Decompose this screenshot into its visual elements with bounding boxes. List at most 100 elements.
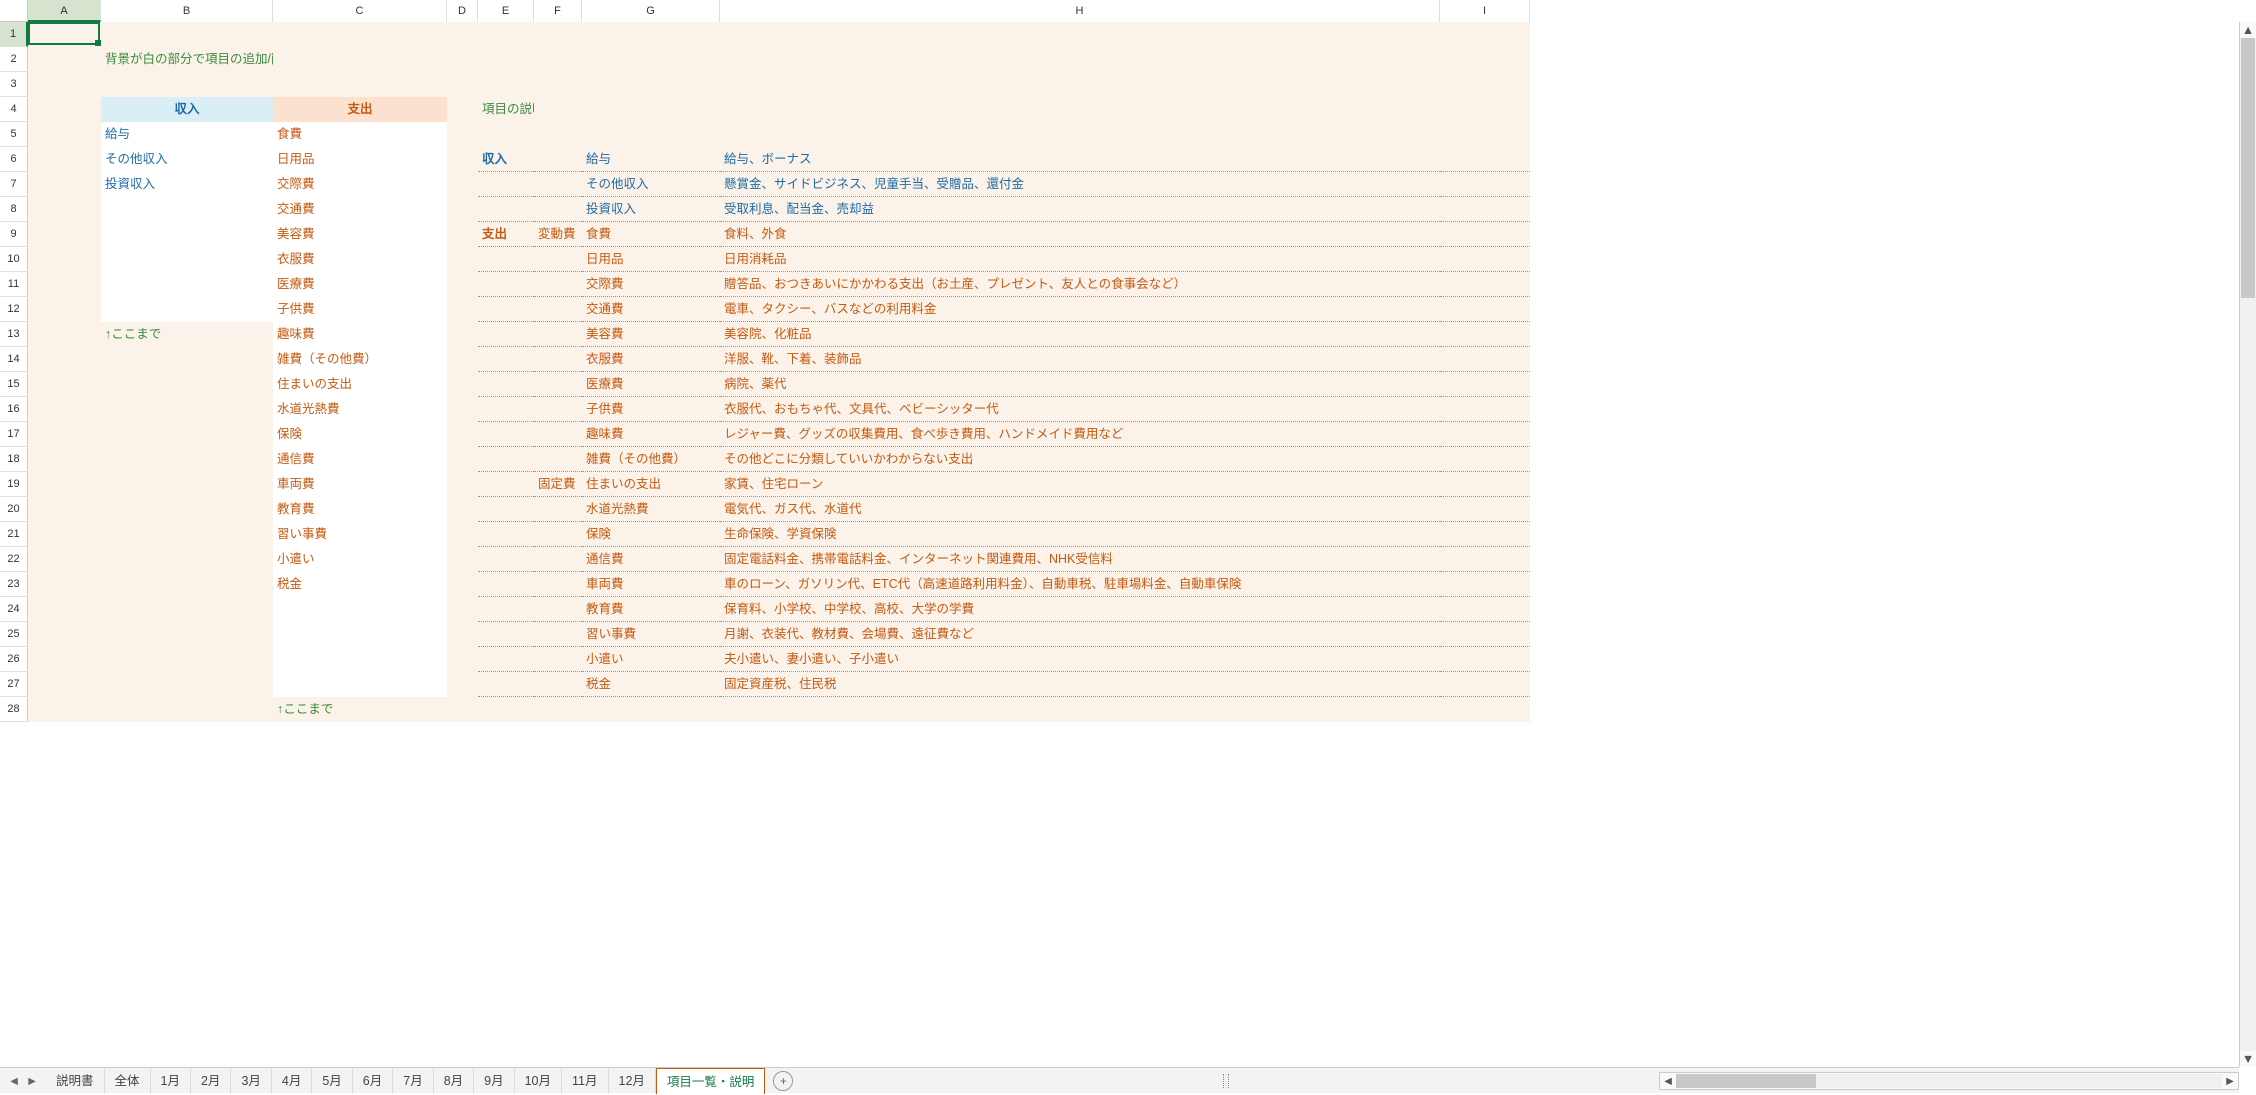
cell[interactable]: 住まいの支出 (582, 472, 720, 497)
cell[interactable] (1440, 672, 1530, 697)
cell[interactable] (28, 697, 101, 722)
cell[interactable]: その他どこに分類していいかわからない支出 (720, 447, 1440, 472)
cell[interactable]: 食料、外食 (720, 222, 1440, 247)
cell[interactable] (534, 72, 582, 97)
cell[interactable]: 衣服費 (273, 247, 447, 272)
cell[interactable] (478, 522, 534, 547)
sheet-tab[interactable]: 6月 (353, 1068, 393, 1094)
row-header-27[interactable]: 27 (0, 672, 28, 697)
cell[interactable] (28, 47, 101, 72)
cell[interactable] (28, 547, 101, 572)
cell[interactable] (447, 222, 478, 247)
cell[interactable]: 雑費（その他費） (273, 347, 447, 372)
row-header-8[interactable]: 8 (0, 197, 28, 222)
cell[interactable] (447, 472, 478, 497)
row-header-12[interactable]: 12 (0, 297, 28, 322)
horizontal-scrollbar[interactable]: ◄ ► (1659, 1072, 2239, 1090)
cell[interactable] (1440, 122, 1530, 147)
sheet-tab[interactable]: 8月 (434, 1068, 474, 1094)
cell[interactable] (720, 122, 1440, 147)
cell[interactable] (720, 697, 1440, 722)
cell[interactable] (101, 572, 273, 597)
cell[interactable] (28, 97, 101, 122)
cell[interactable]: 懸賞金、サイドビジネス、児童手当、受贈品、還付金 (720, 172, 1440, 197)
cell[interactable] (1440, 522, 1530, 547)
cell[interactable] (101, 197, 273, 222)
cell[interactable] (720, 97, 1440, 122)
cell[interactable] (1440, 372, 1530, 397)
cell[interactable]: 給与 (582, 147, 720, 172)
cell[interactable] (478, 172, 534, 197)
cell[interactable] (534, 447, 582, 472)
cell[interactable] (101, 622, 273, 647)
cell[interactable] (478, 547, 534, 572)
cell[interactable] (101, 697, 273, 722)
cell[interactable] (534, 172, 582, 197)
cell[interactable] (447, 597, 478, 622)
cell[interactable]: 受取利息、配当金、売却益 (720, 197, 1440, 222)
cell[interactable] (28, 372, 101, 397)
cell[interactable] (273, 672, 447, 697)
cell[interactable]: 電気代、ガス代、水道代 (720, 497, 1440, 522)
cell[interactable] (101, 347, 273, 372)
column-header-G[interactable]: G (582, 0, 720, 22)
cell[interactable] (447, 697, 478, 722)
cell[interactable] (101, 522, 273, 547)
row-header-5[interactable]: 5 (0, 122, 28, 147)
cell[interactable] (534, 197, 582, 222)
cell[interactable] (28, 647, 101, 672)
cell[interactable] (28, 147, 101, 172)
row-header-17[interactable]: 17 (0, 422, 28, 447)
row-header-26[interactable]: 26 (0, 647, 28, 672)
column-header-E[interactable]: E (478, 0, 534, 22)
cell[interactable]: 水道光熱費 (582, 497, 720, 522)
cell[interactable] (28, 322, 101, 347)
cell[interactable]: 水道光熱費 (273, 397, 447, 422)
cell[interactable] (101, 422, 273, 447)
horizontal-scroll-thumb[interactable] (1676, 1074, 1816, 1088)
sheet-tab[interactable]: 説明書 (46, 1068, 105, 1094)
vertical-scrollbar[interactable]: ▲ ▼ (2239, 22, 2256, 1067)
cell[interactable] (447, 647, 478, 672)
cell[interactable] (101, 447, 273, 472)
cell[interactable] (28, 272, 101, 297)
cell[interactable]: 日用品 (582, 247, 720, 272)
cell[interactable] (534, 647, 582, 672)
cell[interactable] (447, 522, 478, 547)
cell[interactable] (447, 147, 478, 172)
cell[interactable] (28, 72, 101, 97)
cell[interactable] (447, 572, 478, 597)
cell[interactable]: 衣服費 (582, 347, 720, 372)
cell[interactable]: 雑費（その他費） (582, 447, 720, 472)
cell[interactable]: 背景が白の部分で項目の追加/削除/変更が可能です。（項目が多すぎると仕訳が大変に… (101, 47, 273, 72)
row-header-25[interactable]: 25 (0, 622, 28, 647)
cell[interactable]: 贈答品、おつきあいにかかわる支出（お土産、プレゼント、友人との食事会など） (720, 272, 1440, 297)
cell[interactable] (1440, 72, 1530, 97)
cell[interactable]: 収入 (101, 97, 273, 122)
cell[interactable] (1440, 697, 1530, 722)
cell[interactable] (478, 197, 534, 222)
cell[interactable] (478, 72, 534, 97)
cell[interactable] (478, 297, 534, 322)
cell[interactable] (1440, 397, 1530, 422)
cell[interactable]: 病院、薬代 (720, 372, 1440, 397)
cell[interactable] (582, 697, 720, 722)
sheet-tab[interactable]: 11月 (562, 1068, 608, 1094)
cell[interactable] (478, 347, 534, 372)
cell[interactable]: 収入 (478, 147, 534, 172)
cell[interactable]: レジャー費、グッズの収集費用、食べ歩き費用、ハンドメイド費用など (720, 422, 1440, 447)
column-header-A[interactable]: A (28, 0, 101, 22)
cell[interactable] (101, 472, 273, 497)
cell[interactable] (1440, 247, 1530, 272)
row-header-23[interactable]: 23 (0, 572, 28, 597)
cell[interactable]: 家賃、住宅ローン (720, 472, 1440, 497)
row-header-18[interactable]: 18 (0, 447, 28, 472)
cell[interactable]: 医療費 (273, 272, 447, 297)
row-header-11[interactable]: 11 (0, 272, 28, 297)
scroll-down-icon[interactable]: ▼ (2240, 1051, 2256, 1067)
cell[interactable]: 子供費 (273, 297, 447, 322)
row-header-19[interactable]: 19 (0, 472, 28, 497)
column-header-B[interactable]: B (101, 0, 273, 22)
cell[interactable]: 給与 (101, 122, 273, 147)
cell[interactable]: 医療費 (582, 372, 720, 397)
